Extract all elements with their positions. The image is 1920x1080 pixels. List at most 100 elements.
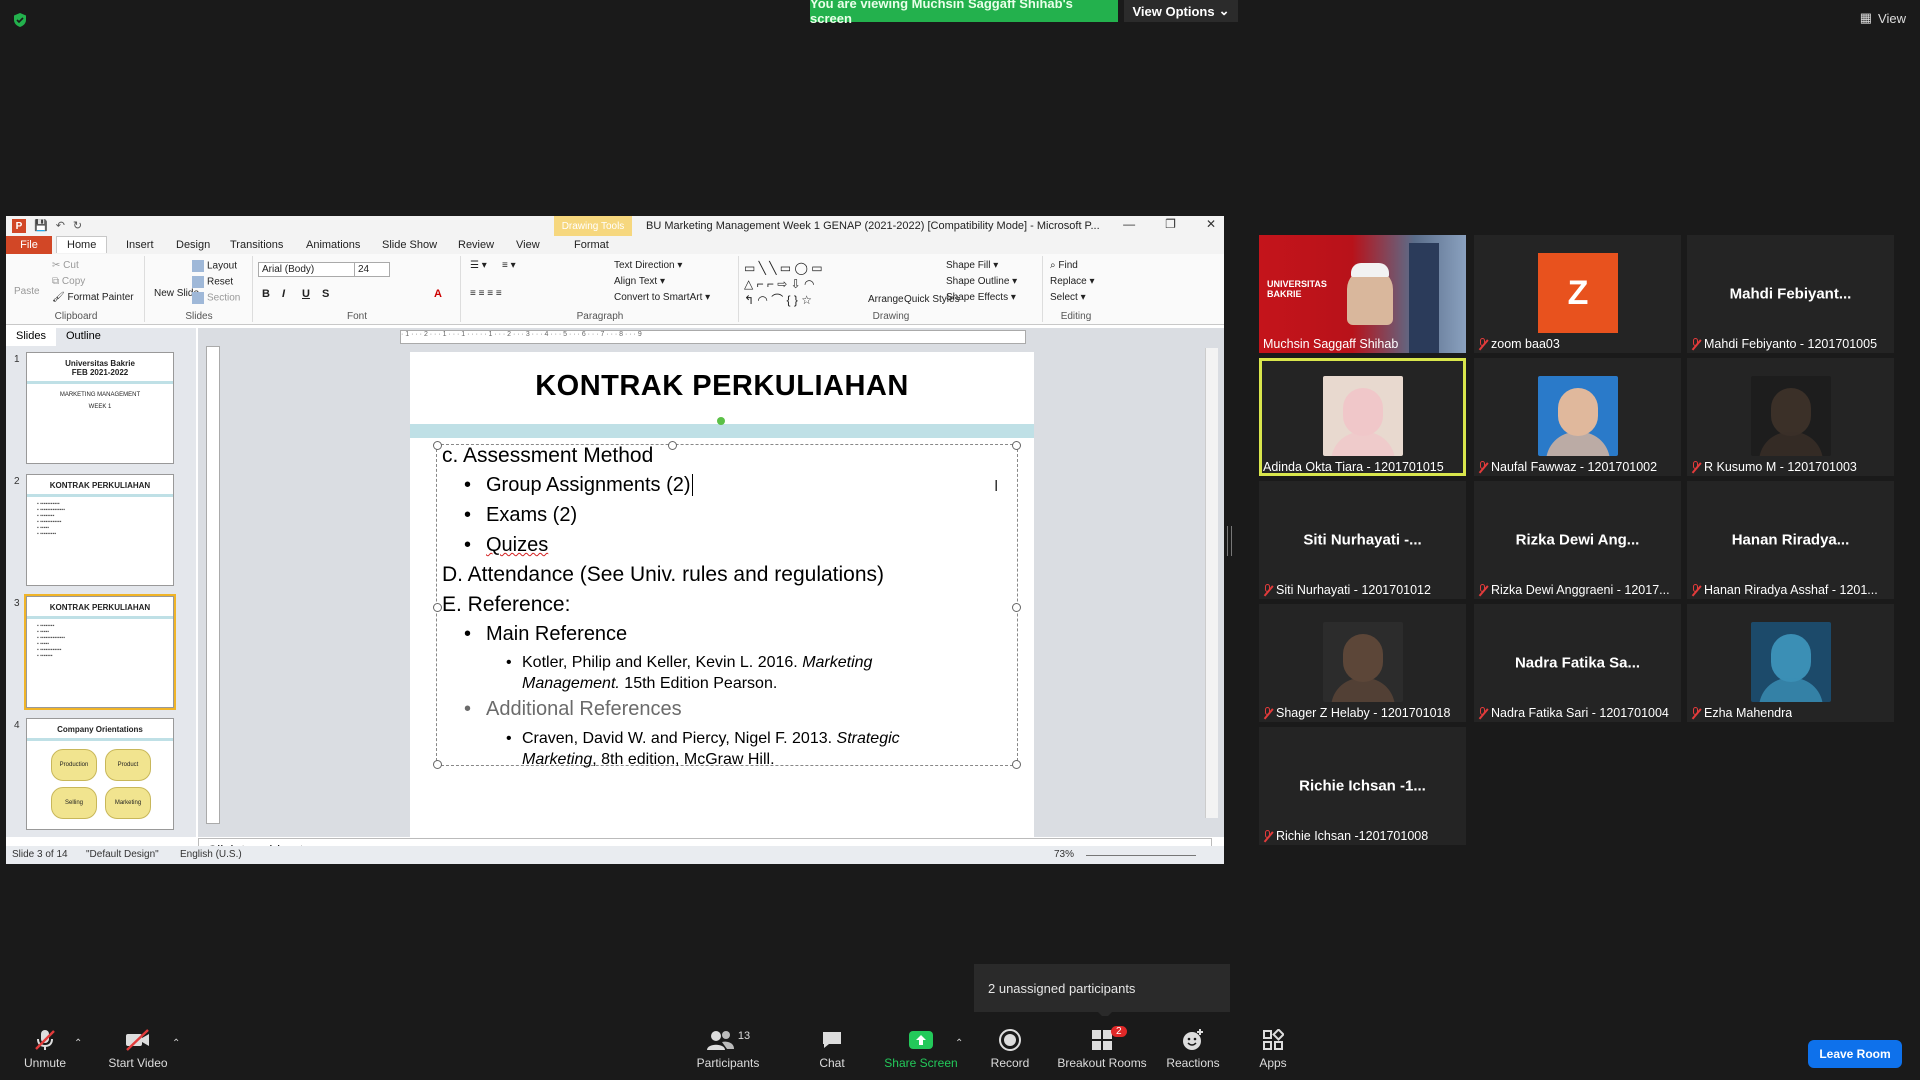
current-slide[interactable]: KONTRAK PERKULIAHAN c. Assessment Method…	[410, 352, 1034, 837]
zoom-level[interactable]: 73%	[1054, 849, 1074, 860]
slide-thumbnail-2[interactable]: KONTRAK PERKULIAHAN ▪ ▪▪▪▪▪▪▪▪▪▪▪ ▪ ▪▪▪▪▪…	[26, 474, 174, 586]
slide-title[interactable]: KONTRAK PERKULIAHAN	[410, 370, 1034, 403]
minimize-icon[interactable]: —	[1123, 217, 1135, 231]
chat-button[interactable]: Chat	[787, 1028, 877, 1070]
replace-button[interactable]: Replace ▾	[1050, 276, 1095, 287]
undo-icon[interactable]: ↶	[56, 219, 65, 233]
font-color-button[interactable]: A	[434, 288, 442, 300]
participant-tile[interactable]: Adinda Okta Tiara - 1201701015	[1259, 358, 1466, 476]
view-button[interactable]: ▦ View	[1860, 10, 1906, 26]
tab-home[interactable]: Home	[56, 236, 108, 253]
participants-button[interactable]: 13 Participants	[683, 1028, 773, 1070]
microphone-muted-icon	[1478, 461, 1487, 473]
participant-tile[interactable]: Zzoom baa03	[1474, 235, 1681, 353]
tab-format[interactable]: Format	[574, 239, 609, 251]
paste-button[interactable]: Paste	[14, 286, 40, 297]
resize-handle[interactable]	[433, 760, 442, 769]
editor-vertical-scrollbar[interactable]	[1205, 348, 1218, 818]
reactions-button[interactable]: Reactions	[1148, 1028, 1238, 1070]
tab-view[interactable]: View	[516, 239, 540, 251]
splitter-handle[interactable]	[1227, 526, 1232, 556]
powerpoint-icon[interactable]: P	[12, 219, 26, 233]
slide-thumbnail-3[interactable]: KONTRAK PERKULIAHAN ▪ ▪▪▪▪▪▪▪▪ ▪ ▪▪▪▪▪ ▪ ▪…	[24, 594, 176, 710]
audio-options-caret[interactable]: ⌃	[74, 1038, 82, 1049]
arrange-button[interactable]: Arrange	[868, 294, 904, 305]
shadow-button[interactable]: S	[322, 288, 329, 300]
tab-review[interactable]: Review	[458, 239, 494, 251]
reset-button[interactable]: Reset	[192, 276, 233, 288]
shape-fill-button[interactable]: Shape Fill ▾	[946, 260, 998, 271]
participant-tile[interactable]: Ezha Mahendra	[1687, 604, 1894, 722]
restore-icon[interactable]: ❐	[1165, 217, 1176, 231]
cut-button[interactable]: ✂ Cut	[52, 260, 79, 271]
bullets-button[interactable]: ☰ ▾	[470, 260, 487, 271]
section-button[interactable]: Section	[192, 292, 240, 304]
underline-button[interactable]: U	[302, 288, 310, 300]
participant-tile[interactable]: Rizka Dewi Ang... Rizka Dewi Anggraeni - …	[1474, 481, 1681, 599]
share-screen-button[interactable]: Share Screen	[876, 1028, 966, 1070]
copy-button[interactable]: ⧉ Copy	[52, 276, 85, 287]
shared-powerpoint-window[interactable]: P 💾 ↶ ↻ Drawing Tools BU Marketing Manag…	[6, 216, 1224, 864]
slide-thumbnail-1[interactable]: Universitas Bakrie FEB 2021-2022 MARKETI…	[26, 352, 174, 464]
tab-slides[interactable]: Slides	[6, 328, 56, 346]
participant-tile[interactable]: Hanan Riradya... Hanan Riradya Asshaf - 1…	[1687, 481, 1894, 599]
find-button[interactable]: ⌕ Find	[1050, 260, 1078, 271]
resize-handle[interactable]	[433, 441, 442, 450]
participant-tile[interactable]: Richie Ichsan -1... Richie Ichsan -120170…	[1259, 727, 1466, 845]
participant-tile[interactable]: Naufal Fawwaz - 1201701002	[1474, 358, 1681, 476]
resize-handle[interactable]	[1012, 760, 1021, 769]
select-button[interactable]: Select ▾	[1050, 292, 1086, 303]
unmute-button[interactable]: Unmute	[0, 1028, 90, 1070]
leave-room-button[interactable]: Leave Room	[1808, 1040, 1902, 1068]
layout-button[interactable]: Layout	[192, 260, 237, 272]
text-direction-button[interactable]: Text Direction ▾	[614, 260, 682, 271]
align-text-button[interactable]: Align Text ▾	[614, 276, 665, 287]
thumb-band	[27, 381, 173, 384]
shape-outline-button[interactable]: Shape Outline ▾	[946, 276, 1017, 287]
rotate-handle[interactable]	[717, 417, 725, 425]
tab-insert[interactable]: Insert	[126, 239, 154, 251]
resize-handle[interactable]	[1012, 603, 1021, 612]
share-options-caret[interactable]: ⌃	[955, 1038, 963, 1049]
redo-icon[interactable]: ↻	[73, 219, 82, 233]
participant-tile[interactable]: Shager Z Helaby - 1201701018	[1259, 604, 1466, 722]
security-shield-icon[interactable]	[12, 12, 28, 28]
record-button[interactable]: Record	[965, 1028, 1055, 1070]
shape-effects-button[interactable]: Shape Effects ▾	[946, 292, 1016, 303]
shapes-gallery[interactable]: ▭ ╲ ╲ ▭ ◯ ▭ △ ⌐ ⌐ ⇨ ⇩ ◠ ↰ ◠ ⌒ { } ☆	[744, 260, 823, 308]
participant-label-text: Shager Z Helaby - 1201701018	[1276, 706, 1451, 720]
video-options-caret[interactable]: ⌃	[172, 1038, 180, 1049]
save-icon[interactable]: 💾	[34, 219, 48, 233]
apps-button[interactable]: Apps	[1228, 1028, 1318, 1070]
slide-thumbnail-4[interactable]: Company Orientations Production Product …	[26, 718, 174, 830]
breakout-rooms-button[interactable]: 2 Breakout Rooms	[1057, 1026, 1147, 1070]
tab-outline[interactable]: Outline	[56, 328, 111, 346]
font-name-select[interactable]: Arial (Body)	[258, 262, 356, 277]
tab-file[interactable]: File	[6, 236, 52, 254]
format-painter-button[interactable]: 🖌 Format Painter	[52, 292, 134, 303]
microphone-muted-icon	[1263, 707, 1272, 719]
numbering-button[interactable]: ≡ ▾	[502, 260, 516, 271]
tab-animations[interactable]: Animations	[306, 239, 360, 251]
tab-design[interactable]: Design	[176, 239, 210, 251]
convert-smartart-button[interactable]: Convert to SmartArt ▾	[614, 292, 710, 303]
align-buttons[interactable]: ≡ ≡ ≡ ≡	[470, 288, 502, 299]
italic-button[interactable]: I	[282, 288, 285, 300]
resize-handle[interactable]	[668, 441, 677, 450]
participant-tile[interactable]: UNIVERSITAS BAKRIE Muchsin Saggaff Shihab	[1259, 235, 1466, 353]
participant-tile[interactable]: R Kusumo M - 1201701003	[1687, 358, 1894, 476]
bold-button[interactable]: B	[262, 288, 270, 300]
participant-tile[interactable]: Mahdi Febiyant... Mahdi Febiyanto - 12017…	[1687, 235, 1894, 353]
participant-tile[interactable]: Siti Nurhayati -... Siti Nurhayati - 1201…	[1259, 481, 1466, 599]
resize-handle[interactable]	[433, 603, 442, 612]
font-size-select[interactable]: 24	[354, 262, 390, 277]
resize-handle[interactable]	[1012, 441, 1021, 450]
unassigned-participants-tooltip[interactable]: 2 unassigned participants	[974, 964, 1230, 1019]
view-options-button[interactable]: View Options ⌄	[1124, 0, 1238, 22]
tab-transitions[interactable]: Transitions	[230, 239, 283, 251]
tab-slide-show[interactable]: Slide Show	[382, 239, 437, 251]
zoom-slider[interactable]	[1086, 855, 1196, 856]
start-video-button[interactable]: Start Video	[93, 1028, 183, 1070]
participant-tile[interactable]: Nadra Fatika Sa... Nadra Fatika Sari - 12…	[1474, 604, 1681, 722]
close-icon[interactable]: ✕	[1206, 217, 1216, 231]
